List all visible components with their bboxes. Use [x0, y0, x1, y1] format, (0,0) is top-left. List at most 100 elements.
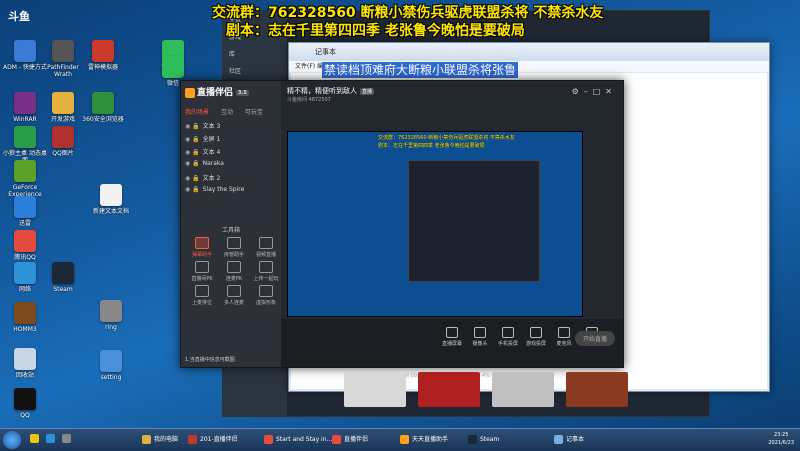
bottom-toolbar-button[interactable]: 游戏投屏	[521, 327, 551, 347]
tool-button[interactable]: 上传一起玩	[251, 261, 281, 282]
start-button[interactable]	[3, 431, 21, 449]
desktop-icon[interactable]: Steam	[40, 262, 86, 293]
start-live-button[interactable]: 开始直播	[574, 331, 615, 346]
tool-label: 虚拟形象	[255, 300, 276, 306]
app-left-panel: 直播伴侣 3.5 我的场景 互动 可玩宝 ◉ 🔒 文本 3 ◉ 🔒 全屏 1 ◉ 🔒 文…	[181, 81, 281, 367]
tab-playable[interactable]: 可玩宝	[245, 109, 263, 116]
thumbnail-panda[interactable]	[344, 372, 406, 407]
tool-icon	[227, 237, 241, 249]
preview-overlay-1: 交流群：762328560 断粮小禁伤兵驱虎联盟杀将 不禁杀水友	[378, 135, 515, 141]
stream-preview[interactable]: 交流群：762328560 断粮小禁伤兵驱虎联盟杀将 不禁杀水友 剧本：志在千里…	[287, 131, 583, 317]
desktop-icon[interactable]: 迅雷	[2, 196, 48, 227]
desktop-icon[interactable]: 360安全浏览器	[80, 92, 126, 123]
quick-launch-icon[interactable]	[30, 434, 39, 443]
thumbnail-war-hunger[interactable]	[566, 372, 628, 407]
desktop-icon[interactable]: ring	[88, 300, 134, 331]
eye-icon[interactable]: ◉ 🔒	[185, 136, 200, 143]
scene-item[interactable]: ◉ 🔒 文本 4	[185, 147, 220, 156]
desktop-icon[interactable]: HOMM3	[2, 302, 48, 333]
tool-label: 视频直播	[255, 252, 276, 258]
clock[interactable]: 23:25 2021/6/23	[768, 431, 794, 447]
eye-icon[interactable]: ◉ 🔒	[185, 123, 200, 130]
app-header: 精不精，精便听到敌人 直播 斗鱼房间 4872507	[287, 85, 617, 115]
tab-interaction[interactable]: 互动	[221, 109, 233, 116]
scene-item[interactable]: ◉ 🔒 文本 3	[185, 121, 220, 130]
desktop-icon[interactable]: 雷神模拟器	[80, 40, 126, 71]
tool-icon	[195, 237, 209, 249]
desktop-icon[interactable]: QQ图片	[40, 126, 86, 157]
desktop-icon[interactable]: 腾讯QQ	[2, 230, 48, 261]
eye-icon[interactable]: ◉ 🔒	[185, 149, 200, 156]
desktop-icon-label: HOMM3	[13, 326, 37, 333]
tool-icon	[227, 261, 241, 273]
app-name: 直播伴侣	[197, 88, 234, 98]
taskbar-app-icon	[142, 435, 151, 444]
bg-sidebar-item[interactable]: 社区	[223, 62, 287, 79]
stream-title[interactable]: 精不精，精便听到敌人	[287, 87, 357, 95]
app-logo-icon	[185, 87, 195, 98]
tool-button[interactable]: 弹幕助手	[187, 237, 217, 258]
taskbar-app-icon	[468, 435, 477, 444]
toolbar-label: 摄像头	[472, 341, 488, 347]
bottom-toolbar-button[interactable]: 直播屏幕	[437, 327, 467, 347]
scene-item[interactable]: ◉ 🔒 文本 2	[185, 173, 220, 182]
tool-button[interactable]: 直播间PK	[187, 261, 217, 282]
desktop-icon[interactable]: setting	[88, 350, 134, 381]
tool-button[interactable]: 多人连麦	[219, 285, 249, 306]
app-icon	[14, 92, 36, 114]
eye-icon[interactable]: ◉ 🔒	[185, 160, 200, 167]
tool-icon	[259, 237, 273, 249]
tab-my-scenes[interactable]: 我的场景	[185, 109, 209, 116]
app-icon	[14, 160, 36, 182]
app-icon	[100, 350, 122, 372]
app-icon	[100, 300, 122, 322]
tool-label: 连麦PK	[225, 276, 243, 282]
toolbar-label: 麦克风	[556, 341, 572, 347]
desktop-icon-label: 360安全浏览器	[82, 116, 124, 123]
tool-button[interactable]: 房管助手	[219, 237, 249, 258]
stream-tag[interactable]: 直播	[360, 88, 375, 95]
desktop-icon-label: 微信	[166, 80, 179, 87]
quick-launch-icon[interactable]	[46, 434, 55, 443]
room-id: 斗鱼房间 4872507	[287, 97, 331, 103]
window-controls[interactable]: ⚙–□✕	[572, 87, 617, 96]
tool-label: 上传一起玩	[253, 276, 279, 282]
eye-icon[interactable]: ◉ 🔒	[185, 186, 200, 193]
desktop-icon[interactable]: QQ	[2, 388, 48, 419]
quick-launch-icon[interactable]	[62, 434, 71, 443]
toolbar-icon	[502, 327, 514, 338]
bg-sidebar-item[interactable]: 库	[223, 45, 287, 62]
desktop-icon[interactable]: 回收站	[2, 348, 48, 379]
bottom-toolbar-button[interactable]: 摄像头	[465, 327, 495, 347]
taskbar-item[interactable]: 记事本	[552, 432, 626, 447]
bottom-toolbar-button[interactable]: 手机投屏	[493, 327, 523, 347]
eye-icon[interactable]: ◉ 🔒	[185, 175, 200, 182]
desktop-icon-label: QQ图片	[52, 150, 74, 157]
scene-item[interactable]: ◉ 🔒 全屏 1	[185, 134, 220, 143]
thumbnail-shadow-tactics[interactable]	[418, 372, 480, 407]
selected-text: 禁读档顶难府大断粮小联盟杀将张鲁	[322, 62, 519, 78]
taskbar-item[interactable]: 201-直播伴侣	[186, 432, 272, 447]
taskbar-item-label: 201-直播伴侣	[200, 436, 238, 443]
desktop-icon-label: setting	[100, 374, 122, 381]
scene-item[interactable]: ◉ 🔒 Naraka	[185, 160, 224, 167]
tool-button[interactable]: 虚拟形象	[251, 285, 281, 306]
app-version[interactable]: 3.5	[236, 89, 249, 96]
tool-icon	[259, 285, 273, 297]
notepad-title: 记事本	[289, 43, 769, 61]
app-icon	[92, 40, 114, 62]
taskbar-app-icon	[332, 435, 341, 444]
tool-button[interactable]: 上麦排位	[187, 285, 217, 306]
tool-button[interactable]: 视频直播	[251, 237, 281, 258]
tool-button[interactable]: 连麦PK	[219, 261, 249, 282]
scene-item[interactable]: ◉ 🔒 Slay the Spire	[185, 186, 244, 193]
bottom-toolbar: 直播屏幕摄像头手机投屏游戏投屏麦克风扬声器 开始直播 本地录制 00:00:00…	[281, 319, 623, 379]
thumbnail-silhouette[interactable]	[492, 372, 554, 407]
taskbar-item[interactable]: Steam	[466, 432, 540, 447]
app-icon	[52, 40, 74, 62]
desktop-icon[interactable]: 新建文本文档	[88, 184, 134, 215]
desktop-icon[interactable]: GeForce Experience	[2, 160, 48, 198]
desktop-icon-label: PathFinder Wrath	[47, 64, 79, 78]
hint-banner[interactable]: 1.当直播中信息可截图	[185, 356, 235, 363]
app-icon	[14, 126, 36, 148]
